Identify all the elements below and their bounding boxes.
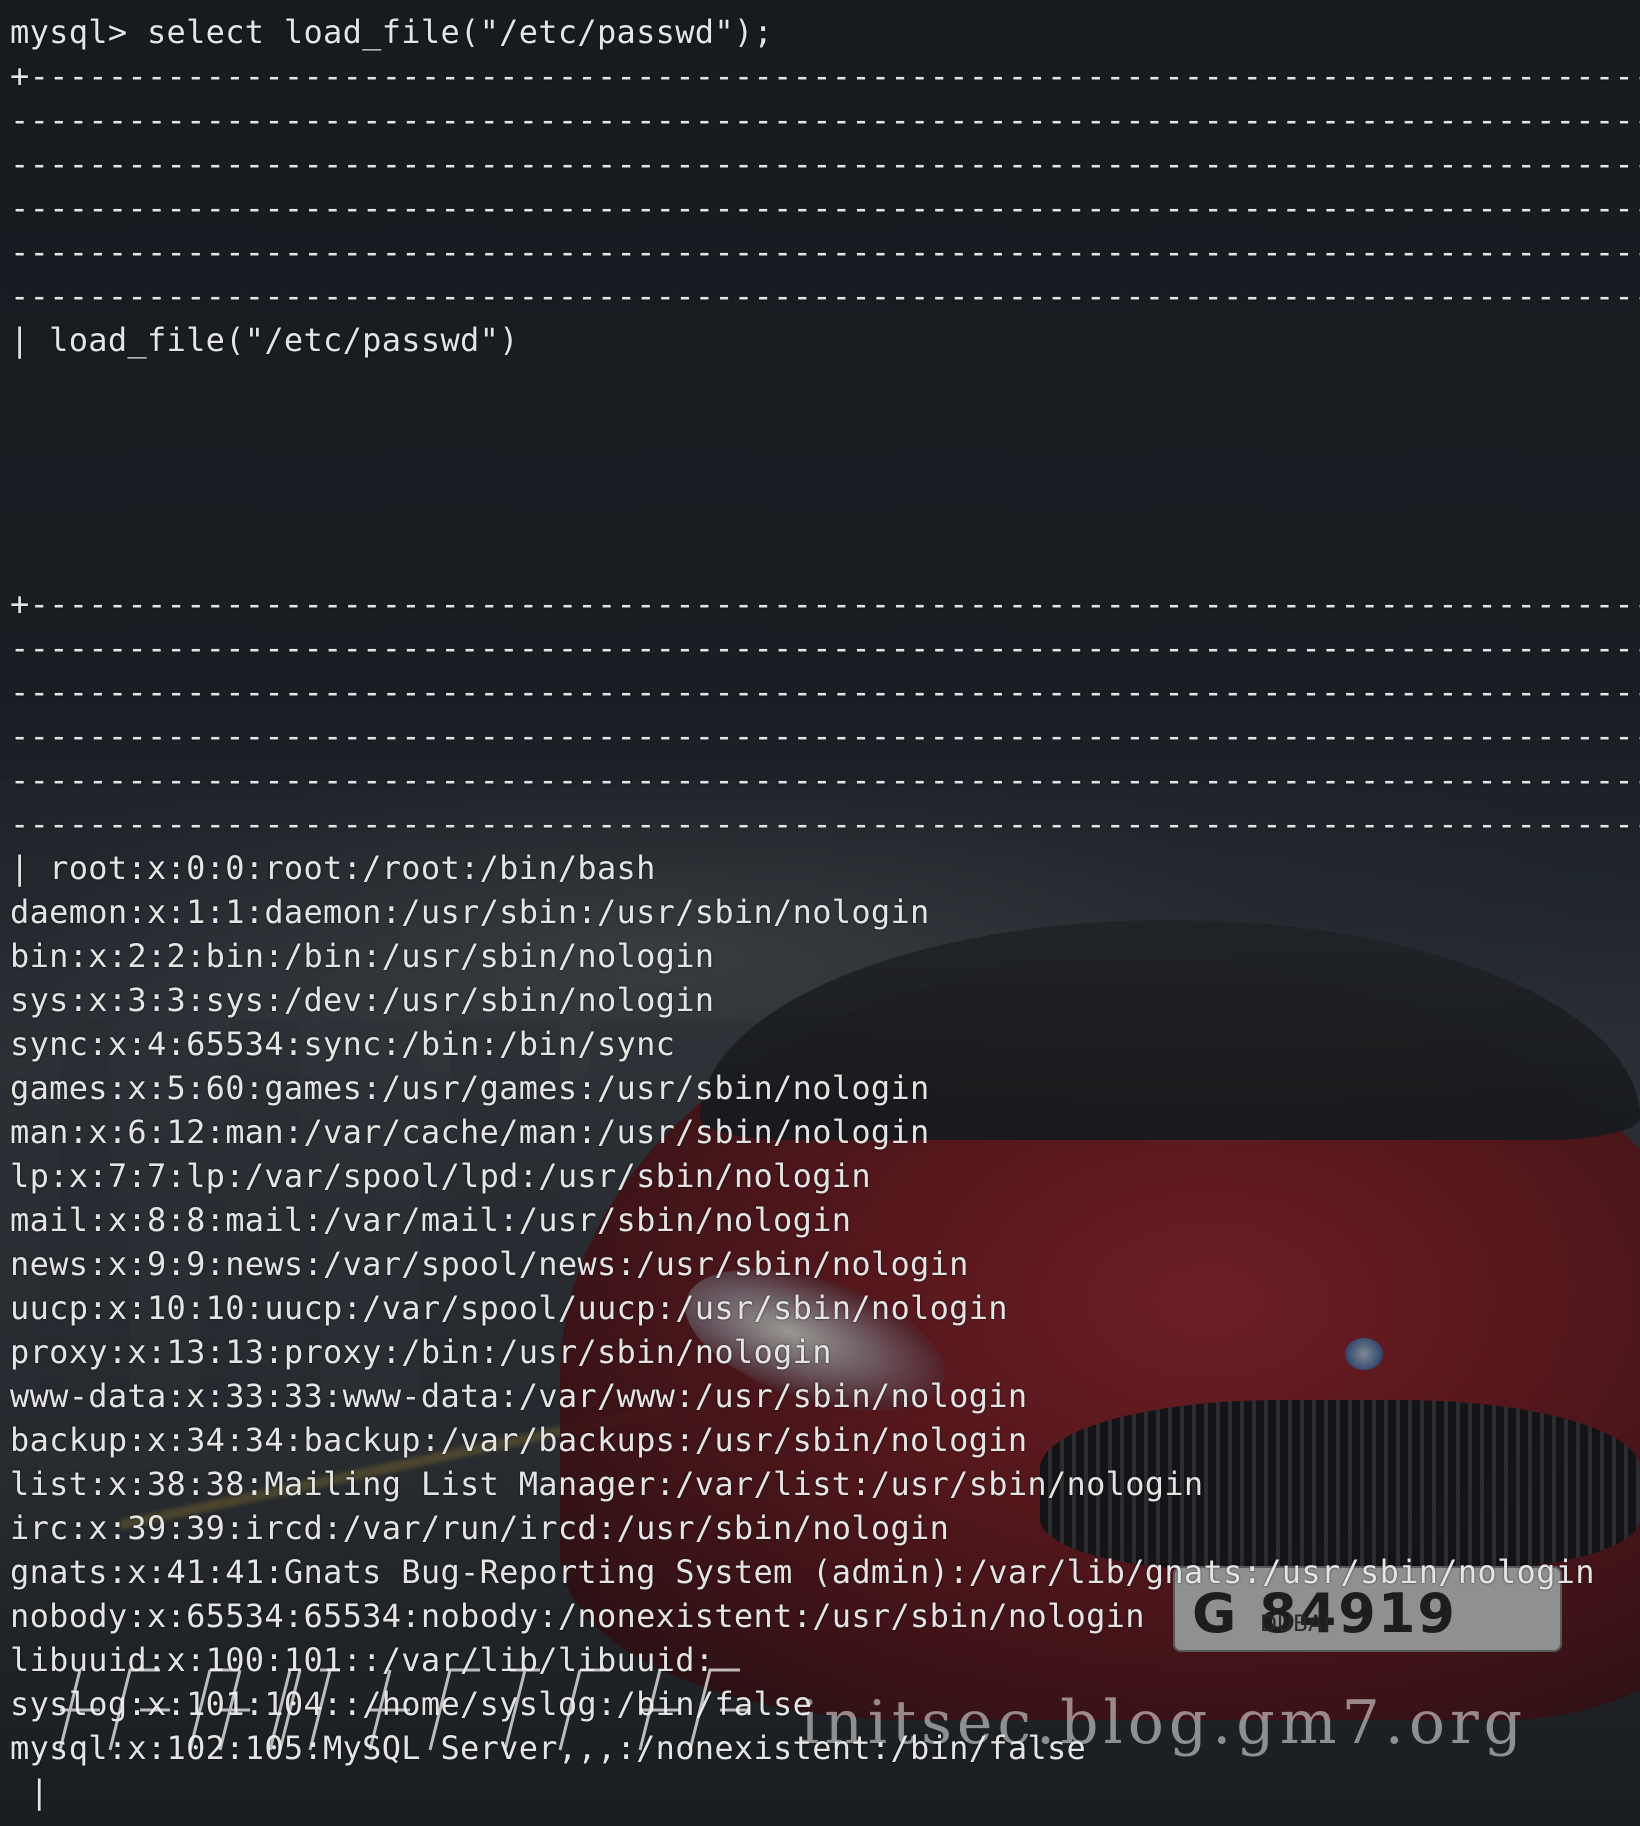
- passwd-line: gnats:x:41:41:Gnats Bug-Reporting System…: [10, 1553, 1595, 1591]
- terminal-output[interactable]: mysql> select load_file("/etc/passwd"); …: [10, 10, 1640, 1826]
- passwd-line: www-data:x:33:33:www-data:/var/www:/usr/…: [10, 1377, 1028, 1415]
- table-border-top: +---------------------------------------…: [10, 57, 1640, 95]
- table-header-cell: | load_file("/etc/passwd"): [10, 321, 519, 359]
- table-border-dash: ----------------------------------------…: [10, 277, 1640, 315]
- passwd-line: lp:x:7:7:lp:/var/spool/lpd:/usr/sbin/nol…: [10, 1157, 871, 1195]
- passwd-line: games:x:5:60:games:/usr/games:/usr/sbin/…: [10, 1069, 930, 1107]
- mysql-command-line: mysql> select load_file("/etc/passwd");: [10, 13, 774, 51]
- passwd-line: news:x:9:9:news:/var/spool/news:/usr/sbi…: [10, 1245, 969, 1283]
- passwd-line: daemon:x:1:1:daemon:/usr/sbin:/usr/sbin/…: [10, 893, 930, 931]
- watermark-text: initsec.blog.gm7.org: [800, 1688, 1528, 1758]
- table-row-end: |: [10, 1773, 50, 1811]
- passwd-line: uucp:x:10:10:uucp:/var/spool/uucp:/usr/s…: [10, 1289, 1008, 1327]
- passwd-line: man:x:6:12:man:/var/cache/man:/usr/sbin/…: [10, 1113, 930, 1151]
- table-border-dash: ----------------------------------------…: [10, 805, 1640, 843]
- table-border-dash: ----------------------------------------…: [10, 233, 1640, 271]
- table-border-dash: ----------------------------------------…: [10, 189, 1640, 227]
- passwd-line: proxy:x:13:13:proxy:/bin:/usr/sbin/nolog…: [10, 1333, 832, 1371]
- passwd-line: bin:x:2:2:bin:/bin:/usr/sbin/nologin: [10, 937, 715, 975]
- table-border-dash: ----------------------------------------…: [10, 629, 1640, 667]
- table-border-dash: ----------------------------------------…: [10, 673, 1640, 711]
- passwd-line: sync:x:4:65534:sync:/bin:/bin/sync: [10, 1025, 676, 1063]
- table-border-mid: +---------------------------------------…: [10, 585, 1640, 623]
- table-border-dash: ----------------------------------------…: [10, 717, 1640, 755]
- passwd-line: list:x:38:38:Mailing List Manager:/var/l…: [10, 1465, 1204, 1503]
- table-border-dash: ----------------------------------------…: [10, 101, 1640, 139]
- table-border-dash: ----------------------------------------…: [10, 761, 1640, 799]
- passwd-line: nobody:x:65534:65534:nobody:/nonexistent…: [10, 1597, 1145, 1635]
- passwd-line: irc:x:39:39:ircd:/var/run/ircd:/usr/sbin…: [10, 1509, 950, 1547]
- passwd-line: backup:x:34:34:backup:/var/backups:/usr/…: [10, 1421, 1028, 1459]
- passwd-line: mail:x:8:8:mail:/var/mail:/usr/sbin/nolo…: [10, 1201, 852, 1239]
- passwd-line: sys:x:3:3:sys:/dev:/usr/sbin/nologin: [10, 981, 715, 1019]
- table-header-padding: [10, 362, 1640, 582]
- watermark-ascii-art: [58, 1668, 750, 1751]
- table-border-dash: ----------------------------------------…: [10, 145, 1640, 183]
- passwd-line: | root:x:0:0:root:/root:/bin/bash: [10, 849, 656, 887]
